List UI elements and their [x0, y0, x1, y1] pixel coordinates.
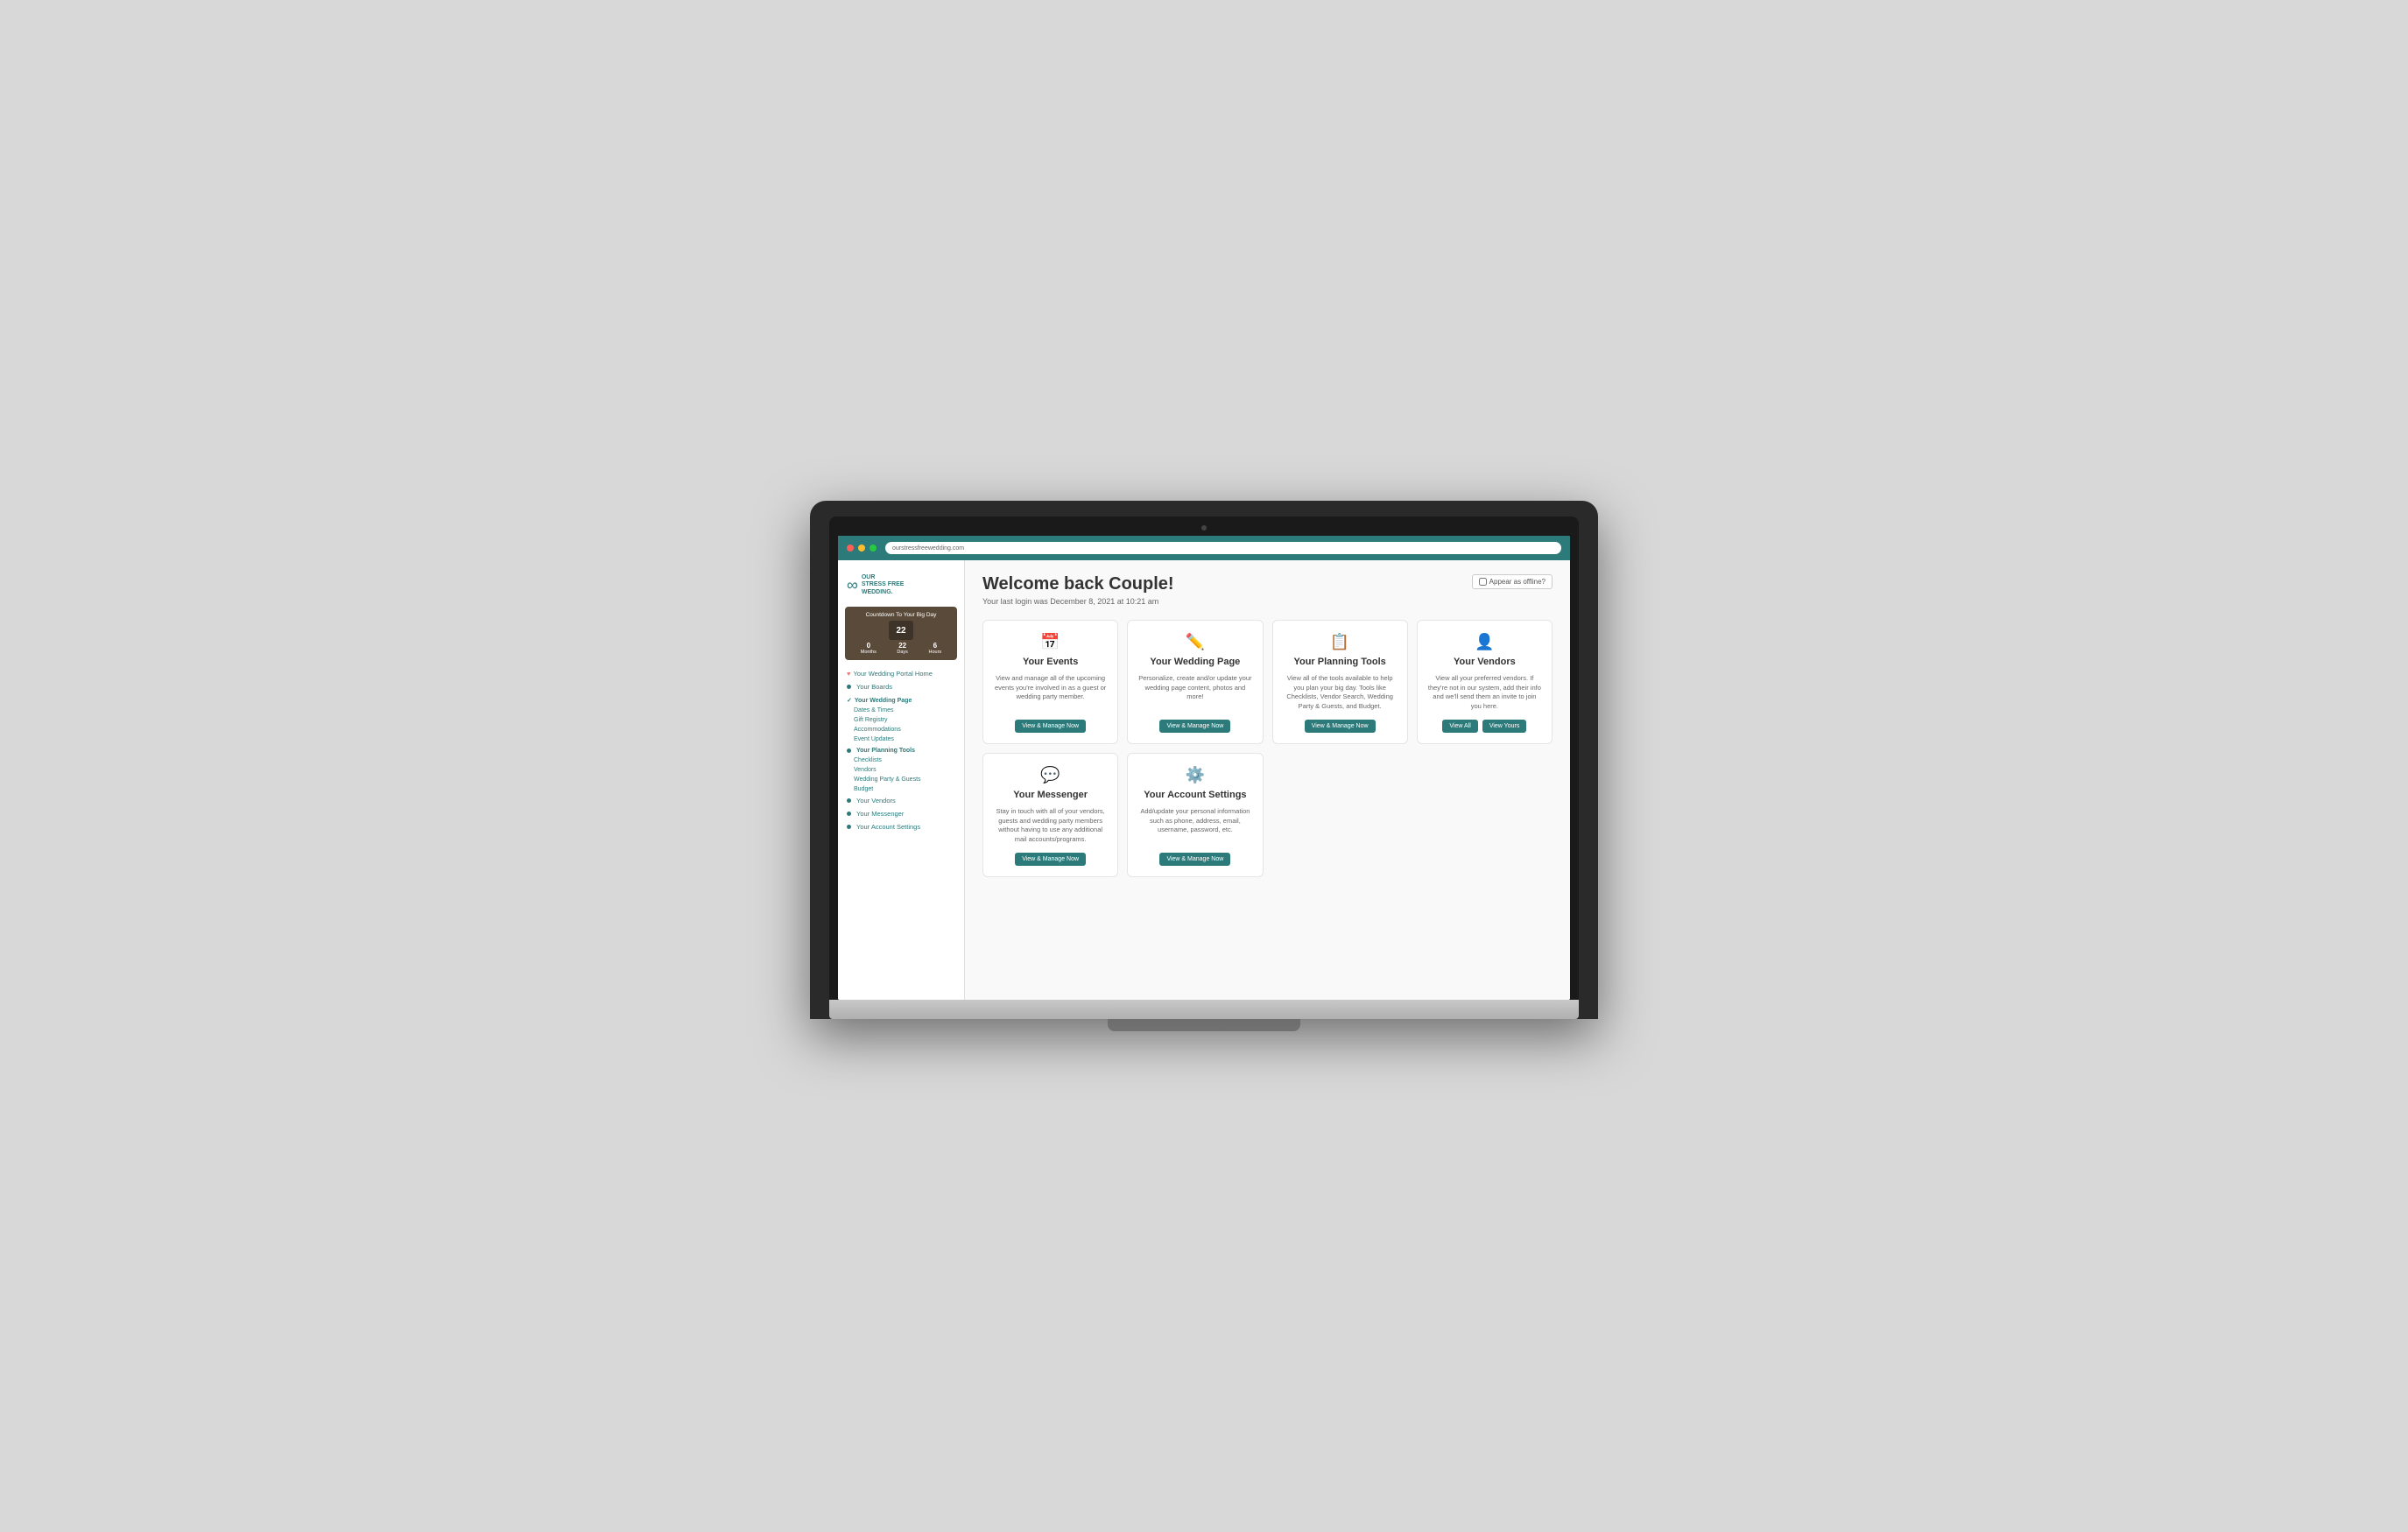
empty-col-2 — [1417, 753, 1553, 877]
sidebar-sub-accommodations[interactable]: Accommodations — [838, 725, 964, 734]
account-icon: ⚙️ — [1186, 766, 1205, 784]
screen-bezel: ourstressfreewedding.com ∞ OUR STRESS FR… — [829, 517, 1579, 1000]
laptop-base — [829, 1000, 1579, 1019]
planning-icon: 📋 — [1330, 633, 1349, 651]
countdown-days-val: 22 — [896, 626, 905, 636]
sidebar-item-home[interactable]: ♥ Your Wedding Portal Home — [838, 667, 964, 680]
url-bar: ourstressfreewedding.com — [892, 545, 964, 552]
dot2-icon — [847, 748, 851, 753]
logo-text: OUR STRESS FREE WEDDING. — [862, 574, 905, 596]
messenger-icon: 💬 — [1040, 766, 1060, 784]
vendors-view-yours-btn[interactable]: View Yours — [1482, 720, 1527, 733]
browser-bar: ourstressfreewedding.com — [838, 536, 1570, 560]
laptop-frame: ourstressfreewedding.com ∞ OUR STRESS FR… — [810, 501, 1598, 1019]
card-account: ⚙️ Your Account Settings Add/update your… — [1127, 753, 1263, 877]
vendors-view-all-btn[interactable]: View All — [1442, 720, 1477, 733]
sidebar-nav: ♥ Your Wedding Portal Home Your Boards ✓… — [838, 664, 964, 837]
sidebar-item-messenger[interactable]: Your Messenger — [838, 807, 964, 820]
account-desc: Add/update your personal information suc… — [1138, 807, 1251, 844]
sidebar-sub-budget[interactable]: Budget — [838, 784, 964, 794]
main-content: Welcome back Couple! Your last login was… — [965, 560, 1570, 1000]
sidebar-sub-events[interactable]: Event Updates — [838, 734, 964, 744]
messenger-view-btn[interactable]: View & Manage Now — [1015, 853, 1086, 866]
vendors-icon: 👤 — [1475, 633, 1494, 651]
planning-desc: View all of the tools available to help … — [1284, 674, 1397, 711]
events-icon: 📅 — [1040, 633, 1060, 651]
vendors-desc: View all your preferred vendors. If they… — [1428, 674, 1541, 711]
offline-checkbox-input[interactable] — [1479, 578, 1487, 586]
events-title: Your Events — [1023, 657, 1078, 667]
wedding-page-buttons: View & Manage Now — [1159, 720, 1230, 733]
messenger-title: Your Messenger — [1013, 790, 1088, 800]
card-messenger: 💬 Your Messenger Stay in touch with all … — [982, 753, 1118, 877]
sidebar-sub-party[interactable]: Wedding Party & Guests — [838, 775, 964, 784]
vendors-buttons: View All View Yours — [1442, 720, 1526, 733]
screen: ourstressfreewedding.com ∞ OUR STRESS FR… — [838, 536, 1570, 1000]
messenger-buttons: View & Manage Now — [1015, 853, 1086, 866]
logo: ∞ OUR STRESS FREE WEDDING. — [838, 567, 964, 603]
dot3-icon — [847, 798, 851, 803]
dot5-icon — [847, 825, 851, 829]
sidebar-item-account[interactable]: Your Account Settings — [838, 820, 964, 833]
welcome-text: Welcome back Couple! Your last login was… — [982, 574, 1174, 606]
countdown-title: Countdown To Your Big Day — [850, 612, 952, 618]
planning-view-btn[interactable]: View & Manage Now — [1305, 720, 1376, 733]
dashboard-bottom-grid: 💬 Your Messenger Stay in touch with all … — [982, 753, 1553, 877]
welcome-title: Welcome back Couple! — [982, 574, 1174, 594]
sidebar-item-vendors[interactable]: Your Vendors — [838, 794, 964, 807]
dashboard-top-grid: 📅 Your Events View and manage all of the… — [982, 620, 1553, 744]
sidebar-sub-dates[interactable]: Dates & Times — [838, 706, 964, 715]
logo-icon: ∞ — [847, 576, 858, 594]
sidebar-item-boards[interactable]: Your Boards — [838, 680, 964, 693]
countdown-widget: Countdown To Your Big Day 22 0 Months — [845, 607, 957, 660]
planning-buttons: View & Manage Now — [1305, 720, 1376, 733]
camera — [1201, 525, 1207, 531]
countdown-months: 0 — [861, 642, 877, 650]
wedding-page-title: Your Wedding Page — [1150, 657, 1240, 667]
sidebar-sub-registry[interactable]: Gift Registry — [838, 715, 964, 725]
messenger-desc: Stay in touch with all of your vendors, … — [994, 807, 1107, 844]
app-container: ∞ OUR STRESS FREE WEDDING. Countdown To … — [838, 560, 1570, 1000]
card-wedding-page: ✏️ Your Wedding Page Personalize, create… — [1127, 620, 1263, 744]
welcome-header: Welcome back Couple! Your last login was… — [982, 574, 1553, 606]
sidebar-wedding-page-header[interactable]: ✓ Your Wedding Page — [838, 693, 964, 706]
check-icon: ✓ — [847, 697, 852, 704]
welcome-subtitle: Your last login was December 8, 2021 at … — [982, 597, 1174, 606]
planning-title: Your Planning Tools — [1293, 657, 1385, 667]
vendors-title: Your Vendors — [1454, 657, 1516, 667]
empty-col-1 — [1272, 753, 1408, 877]
sidebar: ∞ OUR STRESS FREE WEDDING. Countdown To … — [838, 560, 965, 1000]
dot-icon — [847, 685, 851, 689]
sidebar-sub-vendors[interactable]: Vendors — [838, 765, 964, 775]
events-buttons: View & Manage Now — [1015, 720, 1086, 733]
events-view-btn[interactable]: View & Manage Now — [1015, 720, 1086, 733]
sidebar-sub-checklists[interactable]: Checklists — [838, 755, 964, 765]
card-events: 📅 Your Events View and manage all of the… — [982, 620, 1118, 744]
account-view-btn[interactable]: View & Manage Now — [1159, 853, 1230, 866]
sidebar-planning-header[interactable]: Your Planning Tools — [838, 744, 964, 755]
events-desc: View and manage all of the upcoming even… — [994, 674, 1107, 711]
countdown-numbers: 0 Months 22 Days 6 Hours — [850, 642, 952, 655]
card-planning: 📋 Your Planning Tools View all of the to… — [1272, 620, 1408, 744]
offline-toggle[interactable]: Appear as offline? — [1472, 574, 1553, 589]
heart-icon: ♥ — [847, 670, 850, 678]
wedding-page-desc: Personalize, create and/or update your w… — [1138, 674, 1251, 711]
wedding-page-icon: ✏️ — [1186, 633, 1205, 651]
account-title: Your Account Settings — [1144, 790, 1246, 800]
laptop-stand — [1108, 1019, 1300, 1031]
account-buttons: View & Manage Now — [1159, 853, 1230, 866]
wedding-page-view-btn[interactable]: View & Manage Now — [1159, 720, 1230, 733]
card-vendors: 👤 Your Vendors View all your preferred v… — [1417, 620, 1553, 744]
dot4-icon — [847, 812, 851, 816]
